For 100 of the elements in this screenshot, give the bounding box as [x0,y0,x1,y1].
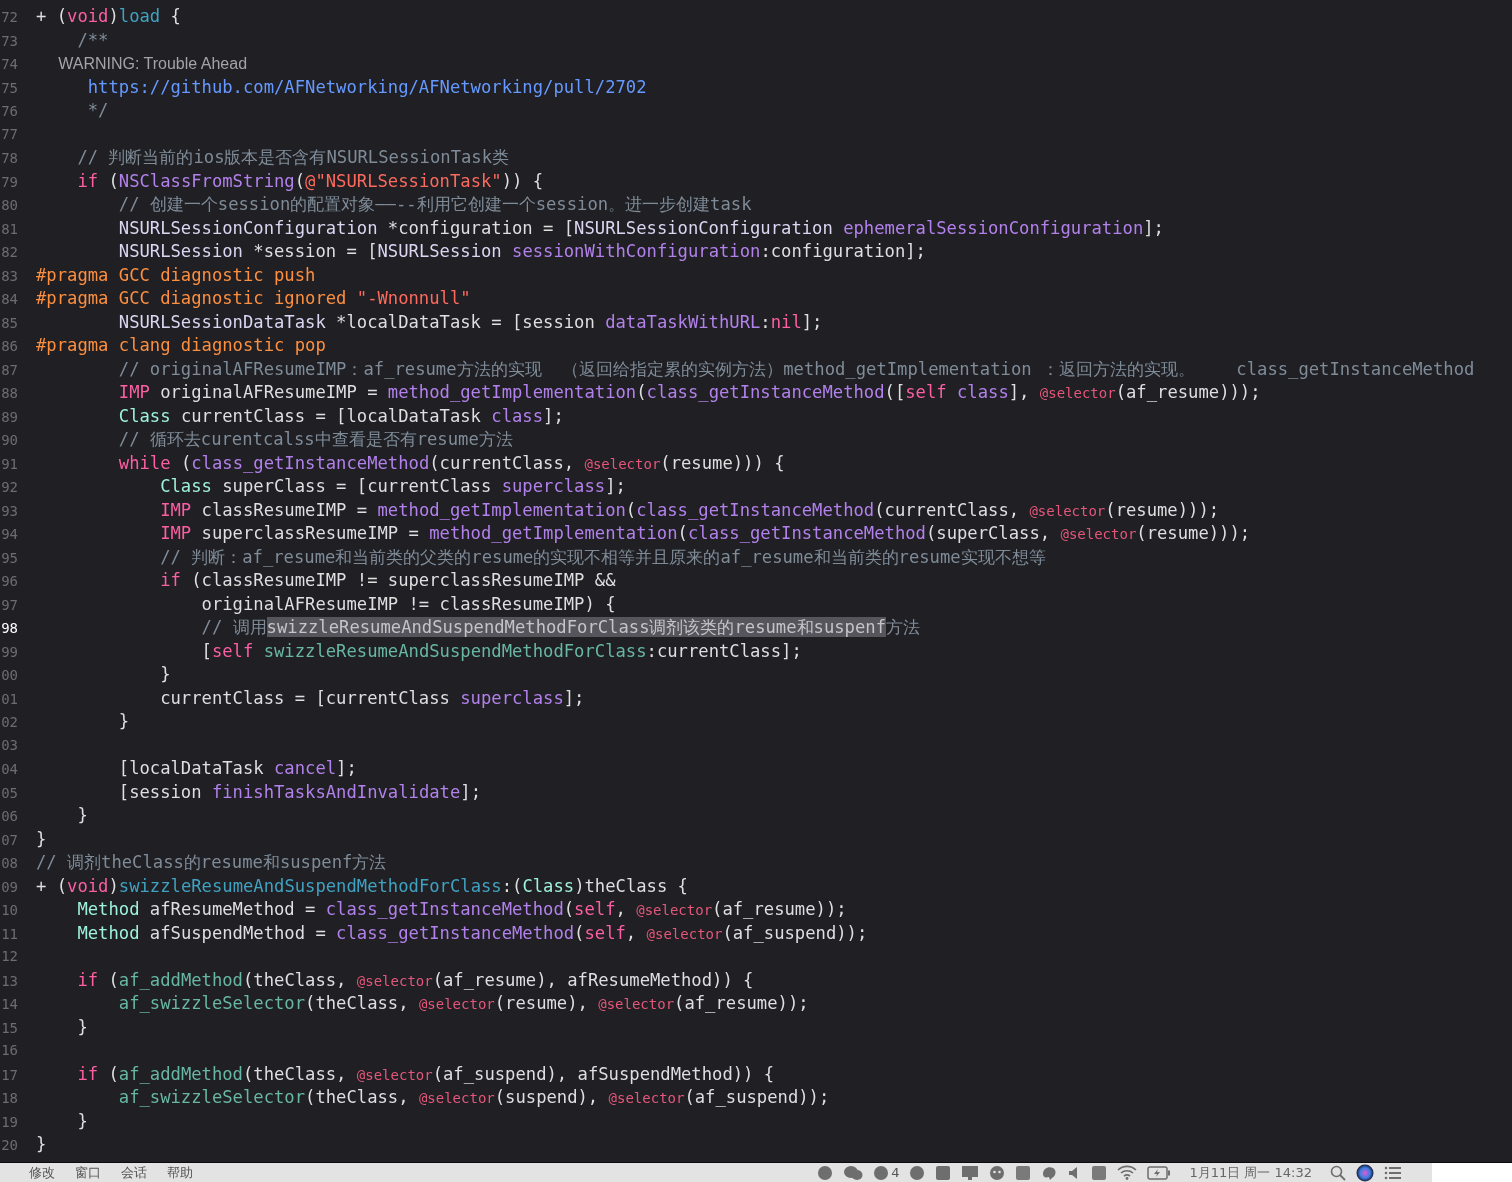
line-number: 75 [0,78,18,98]
code-line: } [76,1109,88,1133]
code-line: } [36,1133,47,1156]
line-number: 10 [0,901,18,920]
code-line: currentClass = [currentClass superclass]; [159,686,585,710]
chat-bubbles-icon[interactable] [843,1164,864,1181]
code-line: Class superClass = [currentClass superclass]; [159,475,626,498]
orb-icon[interactable] [1356,1163,1374,1182]
line-number: 87 [0,360,18,380]
square-icon[interactable] [1091,1164,1108,1181]
line-number: 90 [0,431,18,450]
line-number: 18 [0,1089,18,1108]
code-line: // 调剂theClass的resume和suspenf方法 [36,851,387,874]
line-number: 78 [0,149,18,168]
code-line: Method afResumeMethod = class_getInstanceMethod(self, @selector(af_resume)); [76,898,847,921]
line-number: 19 [0,1112,18,1132]
code-line: NSURLSession *session = [NSURLSession sessionWithConfiguration:configuration]; [117,240,926,263]
line-number: 01 [0,689,18,709]
code-line: */ [86,99,109,122]
code-line: if (NSClassFromString(@"NSURLSessionTask")) { [76,169,544,193]
code-line: if (af_addMethod(theClass, @selector(af_resume), afResumeMethod)) { [76,968,754,992]
code-line: [session finishTasksAndInvalidate]; [117,780,481,804]
wifi-icon[interactable] [1117,1165,1138,1180]
line-number: 97 [0,595,18,615]
code-line: } [76,804,88,827]
line-number: 11 [0,924,18,944]
line-number: 80 [0,196,18,215]
clock-text[interactable]: 1月11日 周一 14:32 [1189,1163,1312,1182]
line-number: 04 [0,760,18,779]
code-line: https://github.com/AFNetworking/AFNetworking/pull/2702 [86,75,647,99]
code-line: } [159,663,171,686]
line-number: 73 [0,31,18,51]
menu-item[interactable]: 会话 [121,1163,147,1182]
code-line: IMP classResumeIMP = method_getImplementation(class_getInstanceMethod(currentClass, @selector(resume))); [159,498,1220,522]
line-number: 96 [0,572,18,591]
code-line: originalAFResumeIMP != classResumeIMP) { [200,592,616,616]
code-line: // originalAFResumeIMP：af_resume方法的实现 （返回给指定累的实例方法）method_getImplementation ：返回方法的实现。 class_getInstanceMethod [117,357,1475,381]
code-line: #pragma GCC diagnostic ignored "-Wnonnull" [36,287,471,310]
menu-item[interactable]: 窗口 [75,1163,101,1182]
code-line: // 循环去curentcalss中查看是否有resume方法 [117,428,513,451]
circle-icon[interactable] [817,1164,834,1181]
monitor-icon[interactable] [961,1164,980,1181]
line-number: 99 [0,642,18,662]
badge-count: 4 [891,1165,900,1180]
line-number: 93 [0,501,18,521]
line-number: 12 [0,947,18,966]
line-number: 15 [0,1018,18,1038]
line-number: 98 [0,619,18,638]
battery-icon[interactable] [1147,1165,1172,1180]
code-line: } [117,710,130,733]
code-line: Class currentClass = [localDataTask class]; [117,404,564,428]
circle-icon[interactable] [909,1164,926,1181]
line-number: 08 [0,854,18,873]
code-line: // 创建一个session的配置对象——--利用它创建一个session。进一步创建task [117,193,752,216]
line-number: 17 [0,1065,18,1085]
code-line: + (void)swizzleResumeAndSuspendMethodForClass:(Class)theClass { [36,874,688,898]
line-number: 92 [0,478,18,497]
line-number: 06 [0,807,18,826]
line-number: 77 [0,124,18,144]
line-number: 83 [0,266,18,286]
square-icon[interactable] [1015,1164,1032,1181]
code-line: while (class_getInstanceMethod(currentClass, @selector(resume))) { [117,451,785,475]
code-line: IMP superclassResumeIMP = method_getImplementation(class_getInstanceMethod(superClass, @selector(resume))); [159,522,1251,545]
line-number: 00 [0,666,18,685]
code-line: // 判断当前的ios版本是否含有NSURLSessionTask类 [76,146,510,169]
menu-item[interactable]: 修改 [29,1163,55,1182]
line-number: 76 [0,102,18,121]
search-icon[interactable] [1330,1164,1346,1181]
line-number: 82 [0,243,18,262]
code-line: /** [76,28,109,52]
line-number: 91 [0,454,18,474]
line-number: 14 [0,995,18,1014]
code-line: if (classResumeIMP != superclassResumeIMP && [159,569,616,592]
square-icon[interactable] [935,1164,952,1181]
code-line: [localDataTask cancel]; [117,757,357,780]
blob-icon[interactable] [1041,1164,1058,1181]
code-line: // 调用swizzleResumeAndSuspendMethodForClass调剂该类的resume和suspenf方法 [200,616,920,639]
code-line: + (void)load { [36,5,181,28]
code-line: IMP originalAFResumeIMP = method_getImplementation(class_getInstanceMethod([self class], @selector(af_resume))); [117,381,1261,404]
list-icon[interactable] [1384,1165,1402,1180]
line-number: 07 [0,830,18,850]
code-line: } [36,827,47,851]
line-number: 20 [0,1136,18,1155]
face-icon[interactable] [989,1164,1006,1181]
circle-icon[interactable] [873,1164,890,1181]
line-number: 02 [0,713,18,732]
line-number: 09 [0,877,18,897]
line-number: 95 [0,548,18,568]
line-number: 81 [0,219,18,239]
line-number: 03 [0,735,18,755]
code-line: NSURLSessionConfiguration *configuration = [NSURLSessionConfiguration ephemeralSessionConfiguration]; [117,216,1164,240]
code-line: } [76,1015,88,1039]
line-number: 85 [0,313,18,333]
line-number: 88 [0,384,18,403]
line-number: 05 [0,783,18,803]
line-number: 13 [0,971,18,991]
menu-item[interactable]: 帮助 [167,1163,193,1182]
line-number: 86 [0,337,18,356]
code-line: [self swizzleResumeAndSuspendMethodForClass:currentClass]; [200,639,802,663]
line-number: 16 [0,1041,18,1060]
